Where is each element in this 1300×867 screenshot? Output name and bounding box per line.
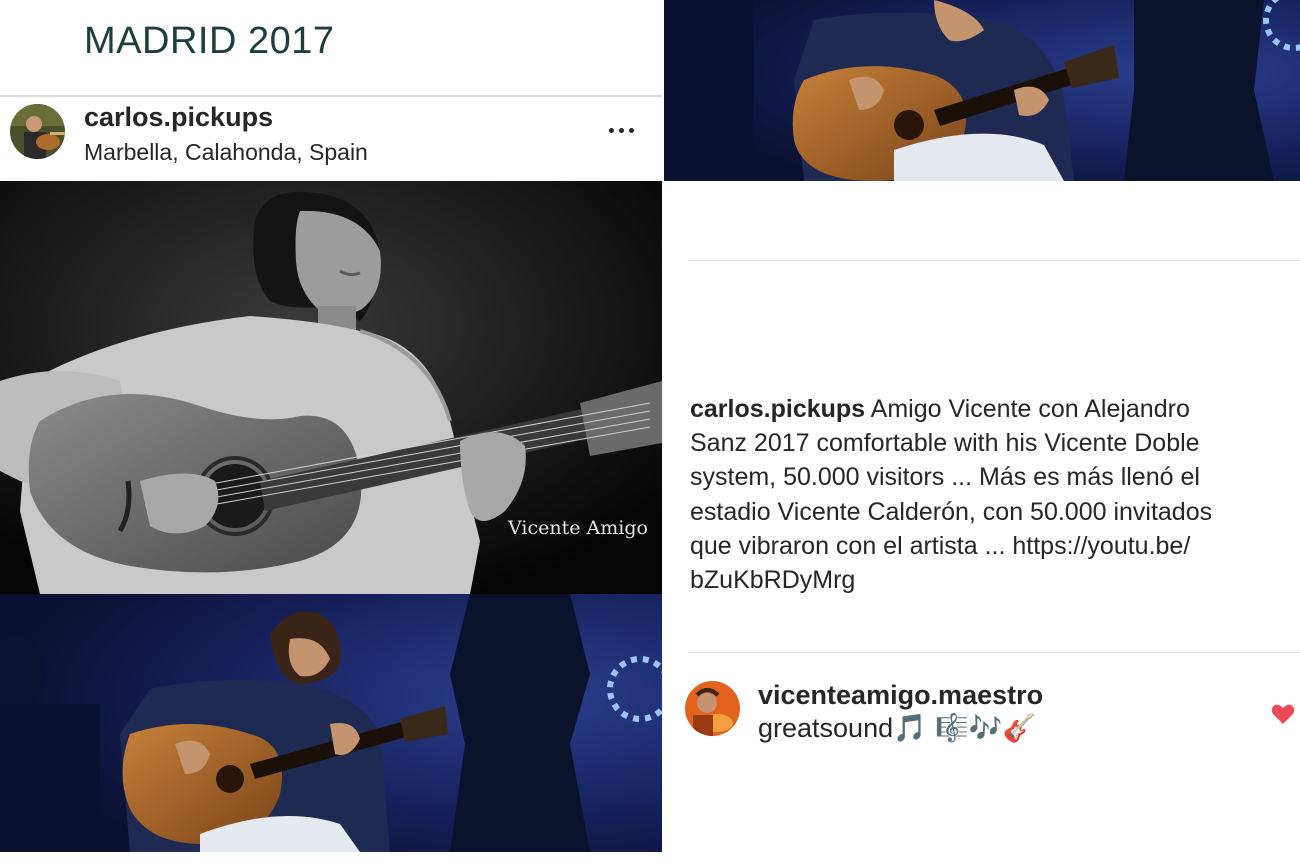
post-caption: carlos.pickups Amigo Vicente con Alejand…	[690, 392, 1296, 597]
divider	[688, 260, 1300, 261]
comment-emoji: 🎵 🎼🎶🎸	[893, 713, 1037, 744]
comment-text: greatsound🎵 🎼🎶🎸	[758, 712, 1036, 744]
caption-username[interactable]: carlos.pickups	[690, 395, 865, 423]
comment-username[interactable]: vicenteamigo.maestro	[758, 680, 1043, 711]
page-title: MADRID 2017	[84, 20, 335, 62]
caption-text: Amigo Vicente con Alejandro Sanz 2017 co…	[690, 395, 1213, 595]
comment-avatar[interactable]	[685, 681, 740, 736]
post-photo-concert-top[interactable]	[664, 0, 1300, 181]
heart-icon[interactable]	[1271, 703, 1295, 725]
post-location[interactable]: Marbella, Calahonda, Spain	[84, 139, 368, 166]
divider	[688, 652, 1300, 653]
post-username[interactable]: carlos.pickups	[84, 102, 273, 133]
more-horizontal-icon	[609, 128, 614, 133]
post-photo-concert[interactable]	[0, 594, 662, 852]
avatar[interactable]	[10, 104, 65, 159]
more-options-button[interactable]	[600, 118, 644, 144]
comment-body: greatsound	[758, 713, 894, 743]
photo-watermark: Vicente Amigo	[508, 517, 648, 539]
